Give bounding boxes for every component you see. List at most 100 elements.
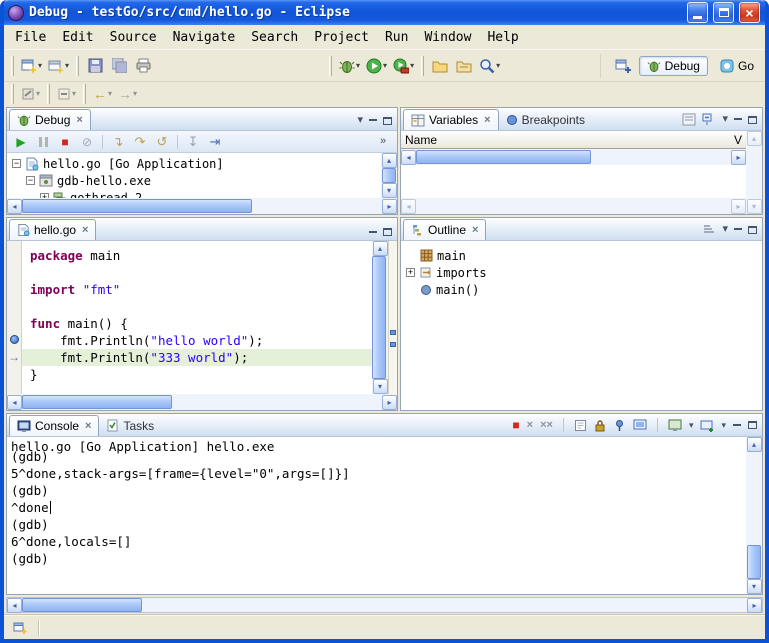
tab-close-icon[interactable]: × <box>82 225 88 236</box>
toolbar-overflow-button[interactable]: » <box>373 133 393 151</box>
search-button[interactable]: ▾ <box>476 54 503 78</box>
variables-horizontal-scrollbar[interactable]: ◂ ▸ <box>401 149 746 165</box>
drop-to-frame-button[interactable]: ↧ <box>183 133 203 151</box>
tab-console[interactable]: Console × <box>9 415 99 436</box>
maximize-view-icon[interactable] <box>748 421 757 429</box>
last-edit-location-button[interactable]: ▾ <box>18 84 43 104</box>
menu-help[interactable]: Help <box>479 27 526 48</box>
scroll-right-icon[interactable]: ▸ <box>382 395 397 410</box>
tab-breakpoints[interactable]: Breakpoints <box>499 109 592 130</box>
variables-vertical-scrollbar[interactable]: ▴ ▾ <box>746 131 762 214</box>
toolbar-grip[interactable] <box>11 84 14 104</box>
scroll-right-icon[interactable]: ▸ <box>731 150 746 165</box>
display-selected-console-icon[interactable] <box>668 419 682 432</box>
scrollbar-thumb[interactable] <box>22 598 142 612</box>
external-tools-button[interactable]: ▾ <box>390 54 417 78</box>
expand-expander-icon[interactable]: + <box>406 268 415 277</box>
toolbar-grip[interactable] <box>329 56 332 76</box>
maximize-view-icon[interactable] <box>748 226 757 234</box>
editor-vertical-scrollbar[interactable]: ▴ ▾ <box>372 241 388 394</box>
scroll-left-icon[interactable]: ◂ <box>7 598 22 613</box>
scroll-right-icon[interactable]: ▸ <box>747 598 762 613</box>
open-resource-button[interactable] <box>452 54 476 78</box>
scrollbar-thumb[interactable] <box>372 256 386 379</box>
scroll-right-icon[interactable]: ▸ <box>382 199 397 214</box>
scroll-up-icon[interactable]: ▴ <box>747 437 762 452</box>
remove-all-launches-icon[interactable]: ×× <box>540 420 553 431</box>
perspective-go-button[interactable]: Go <box>712 56 762 76</box>
toolbar-grip[interactable] <box>421 56 424 76</box>
menu-navigate[interactable]: Navigate <box>165 27 244 48</box>
toolbar-grip[interactable] <box>11 56 14 76</box>
step-return-button[interactable]: ↺ <box>152 133 172 151</box>
menu-search[interactable]: Search <box>243 27 306 48</box>
perspective-debug-button[interactable]: Debug <box>639 56 708 76</box>
view-menu-icon[interactable]: ▾ <box>722 224 728 235</box>
scrollbar-thumb[interactable] <box>22 199 252 213</box>
menu-edit[interactable]: Edit <box>54 27 101 48</box>
fast-view-button[interactable] <box>8 618 32 638</box>
minimize-view-icon[interactable] <box>733 424 741 426</box>
outline-item-imports[interactable]: + imports <box>401 264 762 281</box>
toolbar-grip[interactable] <box>76 56 79 76</box>
terminate-console-icon[interactable]: ■ <box>512 419 519 431</box>
clear-console-icon[interactable] <box>574 419 587 432</box>
scroll-lock-icon[interactable] <box>594 419 606 432</box>
show-console-on-output-icon[interactable] <box>633 419 647 432</box>
tab-close-icon[interactable]: × <box>85 421 91 432</box>
debug-tree-item-process[interactable]: − gdb-hello.exe <box>7 172 381 189</box>
print-button[interactable] <box>131 54 155 78</box>
open-perspective-button[interactable] <box>611 54 635 78</box>
tab-debug[interactable]: Debug × <box>9 109 91 130</box>
debug-vertical-scrollbar[interactable]: ▴ ▾ <box>381 153 397 198</box>
menu-run[interactable]: Run <box>377 27 416 48</box>
show-type-names-icon[interactable] <box>682 113 696 126</box>
tab-tasks[interactable]: Tasks <box>99 415 161 436</box>
overview-ruler[interactable] <box>388 241 397 394</box>
variables-detail-pane[interactable] <box>401 165 746 198</box>
debug-tree-item-launch[interactable]: − hello.go [Go Application] <box>7 155 381 172</box>
menu-source[interactable]: Source <box>102 27 165 48</box>
collapse-expander-icon[interactable]: − <box>26 176 35 185</box>
tab-close-icon[interactable]: × <box>472 225 478 236</box>
remove-launch-icon[interactable]: × <box>527 420 533 431</box>
save-button[interactable] <box>83 54 107 78</box>
detail-horizontal-scrollbar[interactable]: ◂ ▸ <box>401 198 746 214</box>
close-window-button[interactable]: × <box>739 2 760 23</box>
new-project-button[interactable]: ▾ <box>45 54 72 78</box>
tab-outline[interactable]: Outline × <box>403 219 486 240</box>
scroll-down-icon[interactable]: ▾ <box>373 379 388 394</box>
scrollbar-thumb[interactable] <box>382 168 396 183</box>
resume-button[interactable]: ▶ <box>11 133 31 151</box>
maximize-window-button[interactable] <box>713 2 734 23</box>
forward-button[interactable]: → ▾ <box>115 84 140 104</box>
collapse-all-icon[interactable] <box>702 113 716 126</box>
minimize-view-icon[interactable] <box>734 118 742 120</box>
open-type-button[interactable] <box>428 54 452 78</box>
step-into-button[interactable]: ↴ <box>108 133 128 151</box>
console-horizontal-scrollbar[interactable]: ◂ ▸ <box>6 597 763 613</box>
editor-horizontal-scrollbar[interactable]: ◂ ▸ <box>7 394 397 410</box>
view-menu-icon[interactable]: ▾ <box>357 115 363 126</box>
menu-window[interactable]: Window <box>416 27 479 48</box>
scroll-left-icon[interactable]: ◂ <box>7 199 22 214</box>
scroll-down-icon[interactable]: ▾ <box>747 199 762 214</box>
scroll-right-icon[interactable]: ▸ <box>731 199 746 214</box>
maximize-view-icon[interactable] <box>383 228 392 236</box>
tab-hello-go[interactable]: hello.go × <box>9 219 96 240</box>
use-step-filters-button[interactable]: ⇥ <box>205 133 225 151</box>
outline-item-main-func[interactable]: main() <box>401 281 762 298</box>
toolbar-grip[interactable] <box>83 84 86 104</box>
menu-project[interactable]: Project <box>306 27 377 48</box>
sort-icon[interactable] <box>702 223 716 236</box>
scrollbar-thumb[interactable] <box>416 150 591 164</box>
debug-button[interactable]: ▾ <box>336 54 363 78</box>
terminate-button[interactable]: ■ <box>55 133 75 151</box>
scroll-left-icon[interactable]: ◂ <box>401 199 416 214</box>
save-all-button[interactable] <box>107 54 131 78</box>
step-over-button[interactable]: ↷ <box>130 133 150 151</box>
tab-close-icon[interactable]: × <box>76 115 82 126</box>
new-wizard-button[interactable]: ▾ <box>18 54 45 78</box>
dropdown-icon[interactable]: ▾ <box>721 421 726 430</box>
maximize-view-icon[interactable] <box>748 116 757 124</box>
